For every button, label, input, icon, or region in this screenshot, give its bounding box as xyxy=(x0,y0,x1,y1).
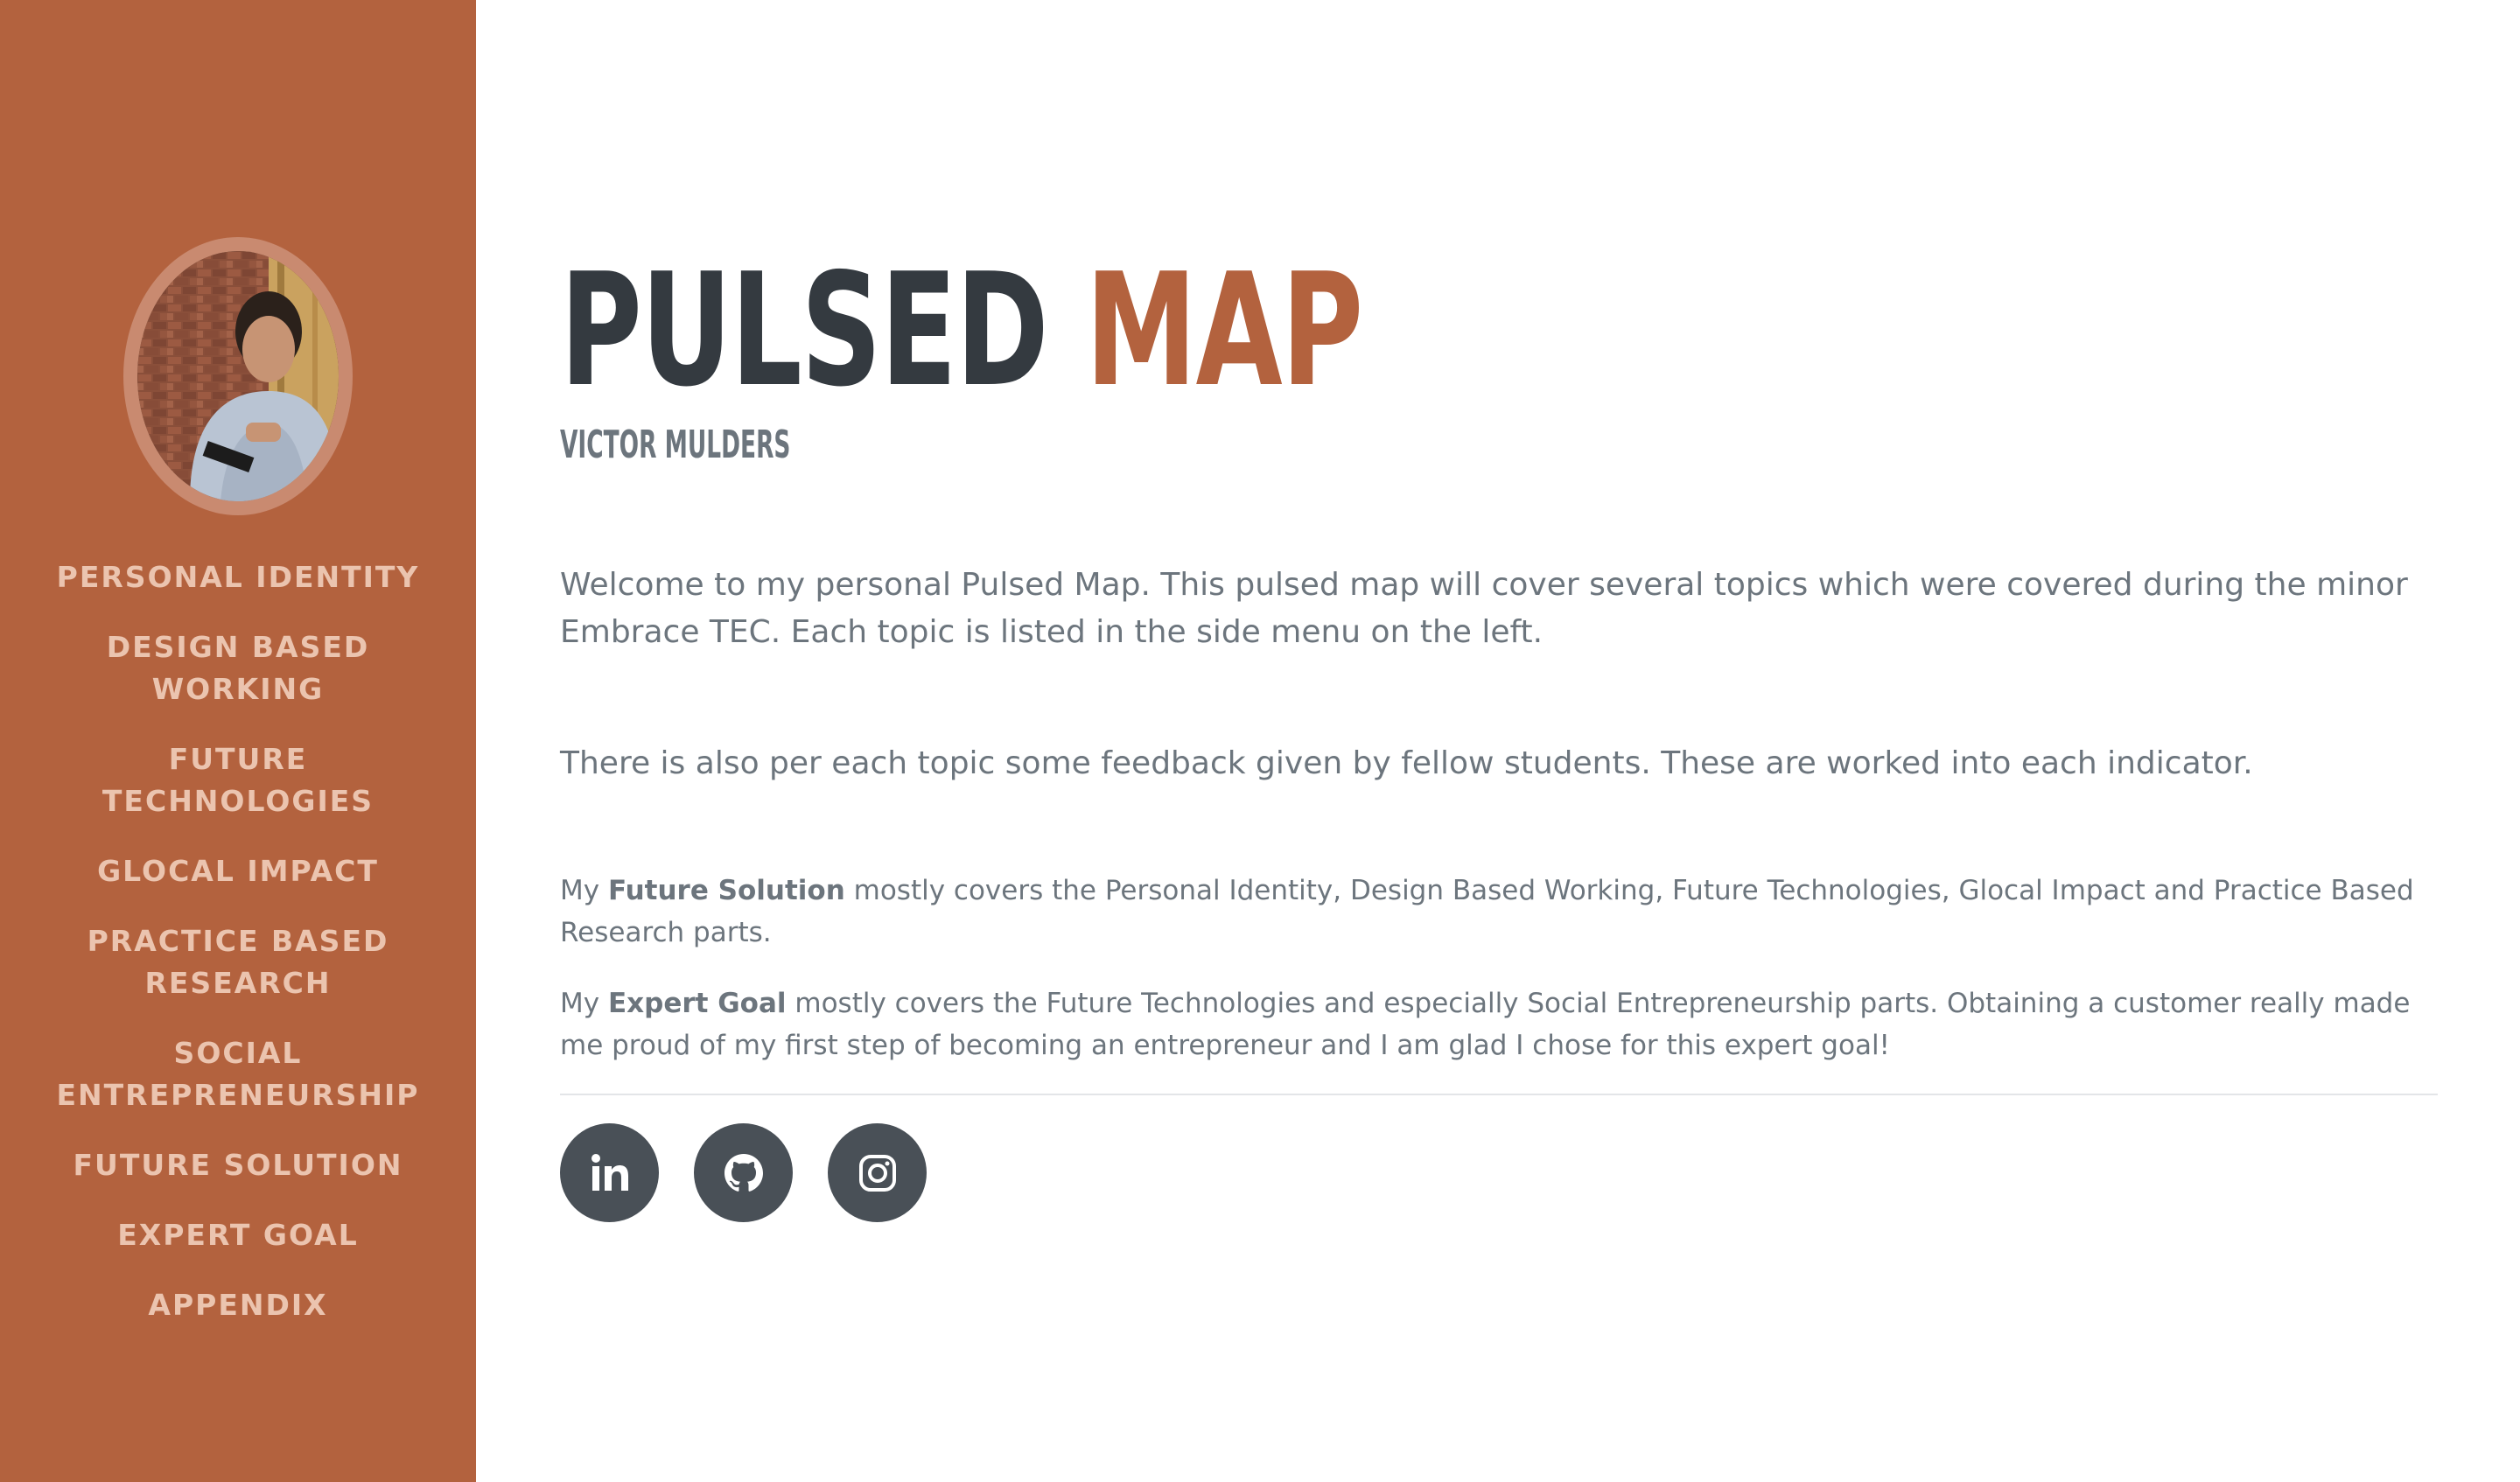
linkedin-icon xyxy=(591,1153,628,1191)
avatar-frame xyxy=(123,237,353,515)
p2-prefix: My xyxy=(560,988,600,1019)
nav-item-future-technologies[interactable]: FUTURE TECHNOLOGIES xyxy=(35,738,441,822)
title-part-2: MAP xyxy=(1085,240,1363,421)
sidebar: PERSONAL IDENTITY DESIGN BASED WORKING F… xyxy=(0,0,476,1482)
profile-photo xyxy=(137,251,339,501)
github-button[interactable] xyxy=(694,1123,793,1222)
nav-item-glocal-impact[interactable]: GLOCAL IMPACT xyxy=(35,850,441,892)
avatar xyxy=(137,251,339,501)
intro-paragraph: Welcome to my personal Pulsed Map. This … xyxy=(560,567,2408,650)
nav-item-expert-goal[interactable]: EXPERT GOAL xyxy=(35,1214,441,1256)
page-title: PULSED MAP xyxy=(560,252,1363,409)
nav-item-design-based-working[interactable]: DESIGN BASED WORKING xyxy=(35,626,441,710)
nav-item-social-entrepreneurship[interactable]: SOCIAL ENTREPRENEURSHIP xyxy=(35,1032,441,1116)
author-name: VICTOR MULDERS xyxy=(560,423,791,467)
github-icon xyxy=(724,1153,763,1192)
linkedin-button[interactable] xyxy=(560,1123,659,1222)
expert-goal-emphasis: Expert Goal xyxy=(607,988,787,1019)
p1-prefix: My xyxy=(560,875,600,906)
expert-goal-paragraph: My Expert Goal mostly covers the Future … xyxy=(560,982,2438,1066)
nav-item-personal-identity[interactable]: PERSONAL IDENTITY xyxy=(35,556,441,598)
side-menu: PERSONAL IDENTITY DESIGN BASED WORKING F… xyxy=(0,556,476,1354)
nav-item-practice-based-research[interactable]: PRACTICE BASED RESEARCH xyxy=(35,920,441,1004)
future-solution-paragraph: My Future Solution mostly covers the Per… xyxy=(560,870,2438,954)
instagram-button[interactable] xyxy=(828,1123,927,1222)
divider xyxy=(560,1094,2438,1095)
nav-item-future-solution[interactable]: FUTURE SOLUTION xyxy=(35,1144,441,1186)
p2-text: mostly covers the Future Technologies an… xyxy=(560,988,2411,1061)
feedback-paragraph: There is also per each topic some feedba… xyxy=(560,745,2253,781)
social-links xyxy=(560,1123,927,1222)
future-solution-emphasis: Future Solution xyxy=(607,875,845,906)
title-part-1: PULSED xyxy=(560,240,1049,421)
instagram-icon xyxy=(858,1154,896,1192)
nav-item-appendix[interactable]: APPENDIX xyxy=(35,1284,441,1326)
